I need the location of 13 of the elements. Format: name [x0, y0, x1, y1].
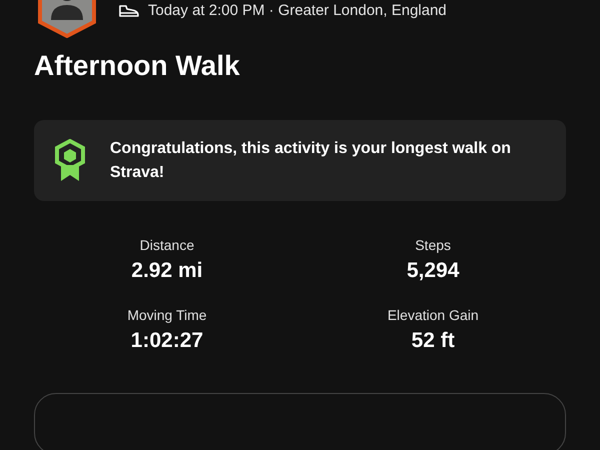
- stat-label: Moving Time: [127, 307, 207, 323]
- award-ribbon-icon: [54, 138, 86, 182]
- stat-label: Distance: [140, 237, 194, 253]
- shoe-icon: [118, 4, 140, 18]
- achievement-message: Congratulations, this activity is your longest walk on Strava!: [110, 138, 512, 182]
- stat-value: 5,294: [406, 259, 460, 283]
- activity-title: Afternoon Walk: [34, 52, 241, 80]
- stat-value: 2.92 mi: [131, 259, 203, 283]
- stat-value: 52 ft: [411, 329, 455, 353]
- stat-value: 1:02:27: [130, 329, 204, 353]
- stat-label: Elevation Gain: [387, 307, 479, 323]
- stat-label: Steps: [415, 237, 451, 253]
- activity-meta: Today at 2:00 PM · Greater London, England: [148, 2, 447, 19]
